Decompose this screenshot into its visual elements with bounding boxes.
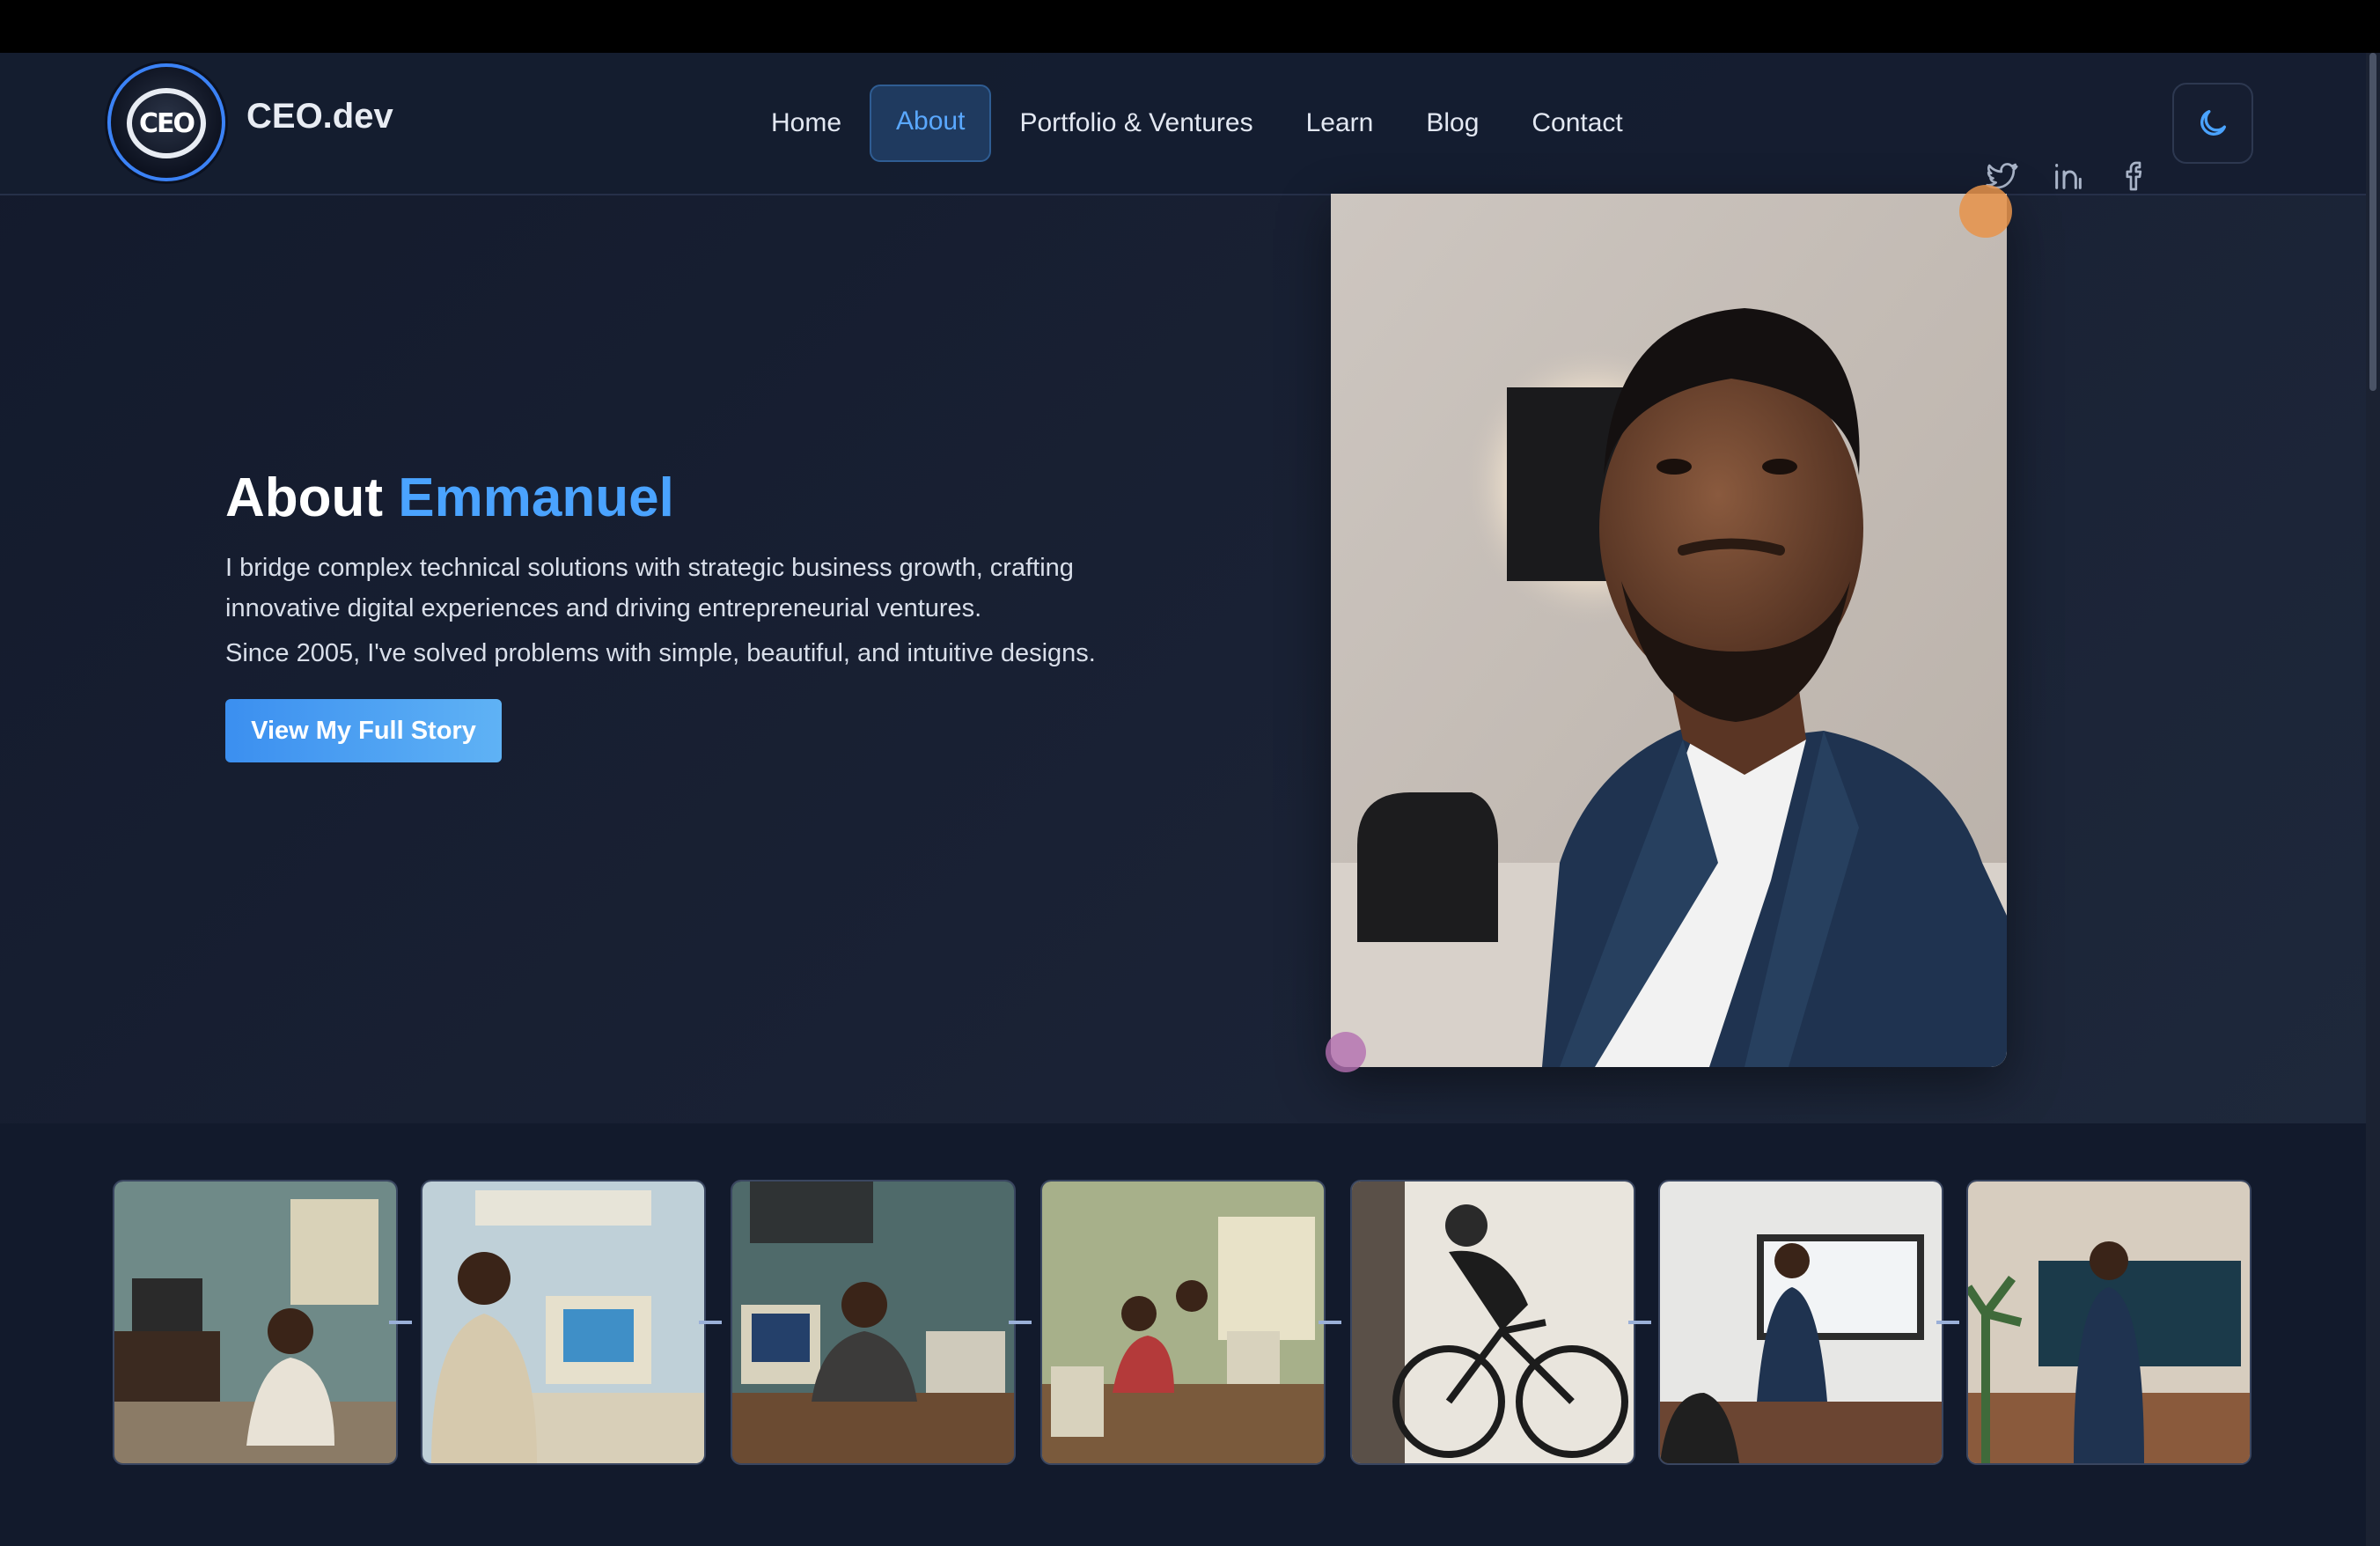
- nav-about[interactable]: About: [870, 85, 992, 162]
- page-title: About Emmanuel: [225, 467, 674, 528]
- timeline-connector: [699, 1321, 722, 1324]
- nav-contact[interactable]: Contact: [1507, 86, 1647, 160]
- moon-icon: [2200, 110, 2226, 136]
- timeline-connector: [1628, 1321, 1651, 1324]
- gallery-image-2[interactable]: [421, 1180, 706, 1465]
- linkedin-icon[interactable]: [2051, 158, 2086, 194]
- gallery-image-4[interactable]: [1040, 1180, 1326, 1465]
- timeline-connector: [1319, 1321, 1341, 1324]
- decorative-orange-orb: [1959, 185, 2012, 238]
- title-accent-name: Emmanuel: [398, 467, 674, 528]
- scrollbar-thumb[interactable]: [2369, 53, 2376, 391]
- gallery-image-7[interactable]: [1966, 1180, 2251, 1465]
- site-header: CEO CEO.dev Home About Portfolio & Ventu…: [0, 53, 2366, 195]
- timeline-connector: [1009, 1321, 1032, 1324]
- nav-learn[interactable]: Learn: [1282, 86, 1399, 160]
- gallery-image-1[interactable]: [113, 1180, 398, 1465]
- browser-top-bar: [0, 0, 2380, 53]
- theme-toggle-button[interactable]: [2172, 83, 2253, 164]
- view-full-story-button[interactable]: View My Full Story: [225, 699, 502, 762]
- profile-portrait: [1331, 194, 2007, 1067]
- decorative-pink-orb: [1326, 1032, 1366, 1072]
- gallery-image-5[interactable]: [1350, 1180, 1635, 1465]
- brand-name[interactable]: CEO.dev: [246, 97, 393, 136]
- gallery-image-6[interactable]: [1658, 1180, 1943, 1465]
- nav-blog[interactable]: Blog: [1401, 86, 1503, 160]
- nav-portfolio-ventures[interactable]: Portfolio & Ventures: [995, 86, 1277, 160]
- logo-monogram: CEO: [127, 88, 206, 158]
- brand-logo[interactable]: CEO: [107, 63, 225, 181]
- main-nav: Home About Portfolio & Ventures Learn Bl…: [746, 85, 1651, 162]
- facebook-icon[interactable]: [2118, 158, 2153, 194]
- timeline-connector: [389, 1321, 412, 1324]
- nav-home[interactable]: Home: [746, 86, 866, 160]
- timeline-connector: [1936, 1321, 1959, 1324]
- gallery-image-3[interactable]: [731, 1180, 1016, 1465]
- since-paragraph: Since 2005, I've solved problems with si…: [225, 639, 1096, 667]
- page-scrollbar[interactable]: [2366, 53, 2380, 1546]
- intro-paragraph: I bridge complex technical solutions wit…: [225, 554, 1074, 622]
- about-page: CEO CEO.dev Home About Portfolio & Ventu…: [0, 53, 2366, 1546]
